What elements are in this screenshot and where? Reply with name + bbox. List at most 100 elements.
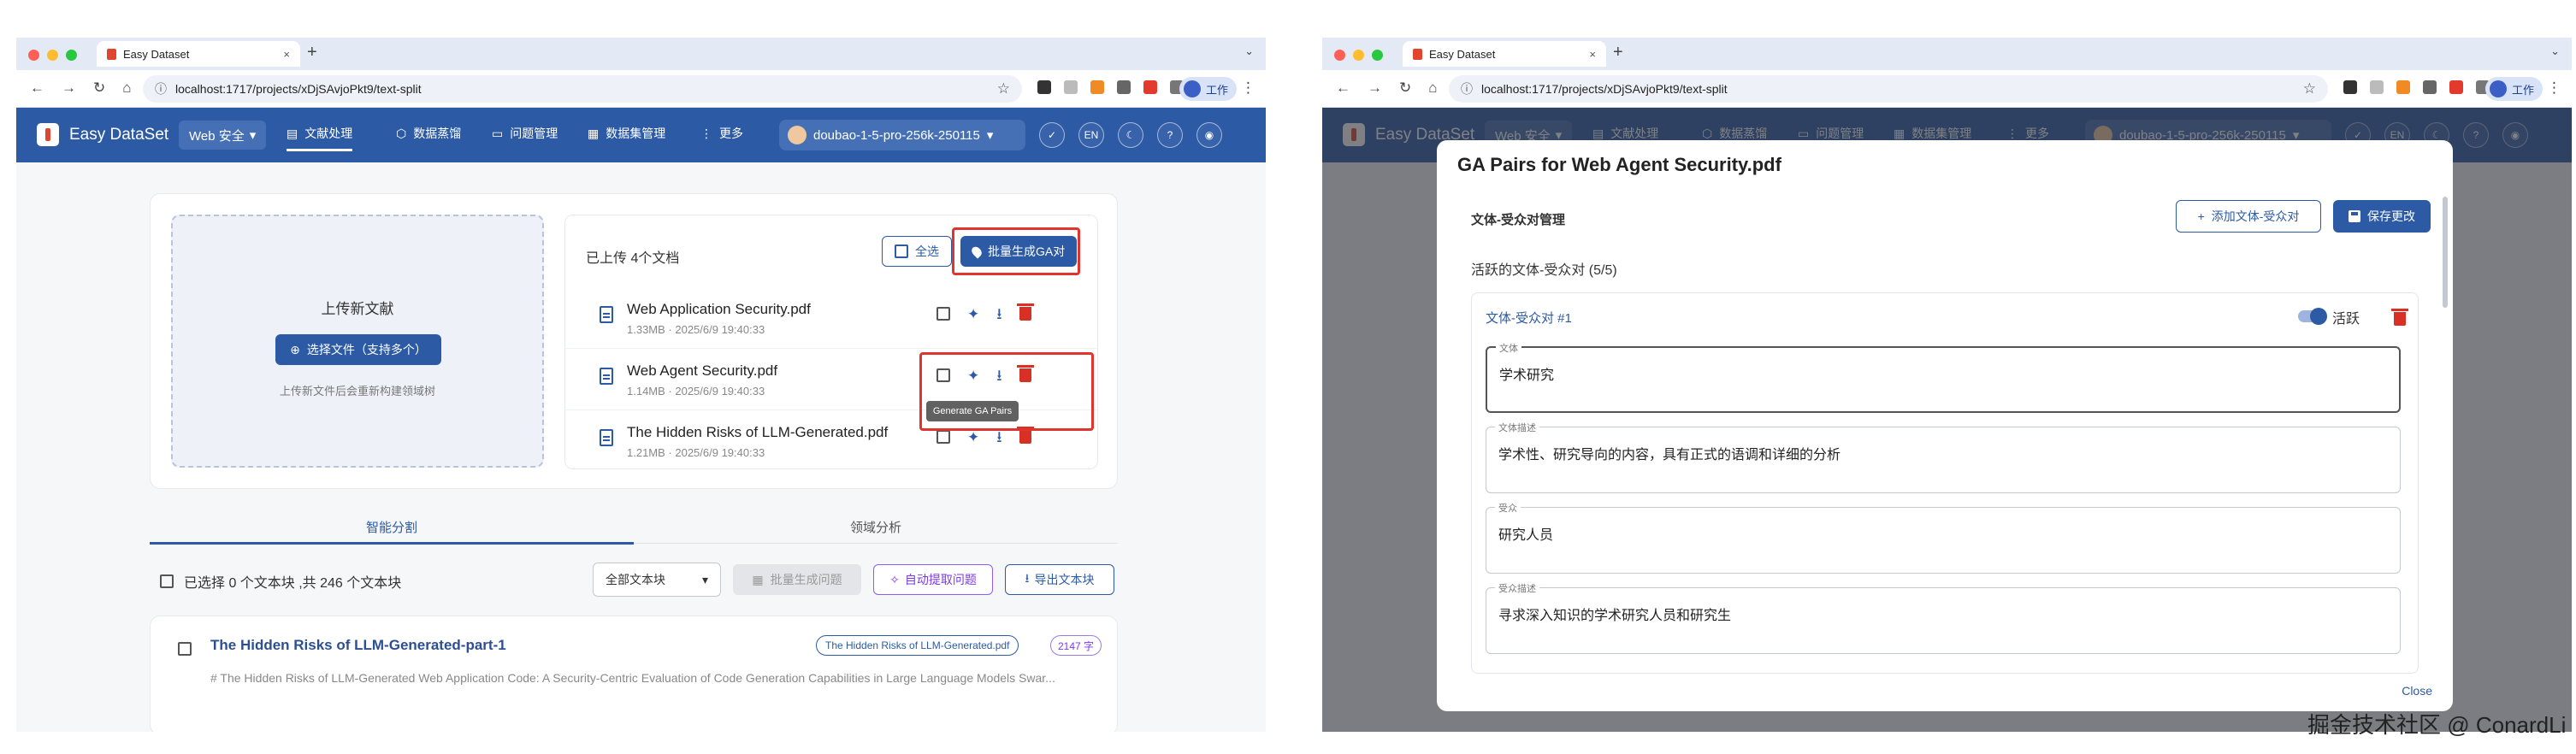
file-checkbox[interactable] — [936, 307, 950, 321]
bookmark-star-icon[interactable]: ☆ — [997, 80, 1010, 97]
chunk-source-chip: The Hidden Risks of LLM-Generated.pdf — [816, 635, 1019, 656]
extension-icon[interactable] — [1117, 80, 1131, 94]
site-info-icon[interactable]: ⓘ — [155, 80, 167, 97]
nav-item-questions[interactable]: ▭ 问题管理 — [492, 125, 558, 142]
delete-pair-icon[interactable] — [2391, 309, 2408, 326]
project-select[interactable]: Web 安全 ▾ — [179, 121, 267, 150]
favicon-icon — [1413, 48, 1422, 60]
extension-icon[interactable] — [1143, 80, 1157, 94]
check-icon[interactable]: ✓ — [1039, 122, 1065, 148]
tab-close-icon[interactable]: × — [1589, 48, 1596, 61]
nav-item-documents[interactable]: ▤ 文献处理 — [287, 125, 353, 151]
add-pair-button[interactable]: + 添加文体-受众对 — [2176, 200, 2321, 233]
field-value: 研究人员 — [1498, 528, 1554, 543]
maximize-window-button[interactable] — [1372, 50, 1383, 61]
tab-search-icon[interactable]: ⌄ — [1244, 44, 1254, 58]
address-bar[interactable]: ⓘ localhost:1717/projects/xDjSAvjoPkt9/t… — [1449, 75, 2328, 103]
reload-icon[interactable]: ↻ — [93, 80, 105, 97]
profile-chip[interactable]: 工作 — [2484, 77, 2543, 101]
browser-chrome: Easy Dataset × + ⌄ ← → ↻ ⌂ ⓘ localhost:1… — [16, 38, 1266, 108]
browser-tab[interactable]: Easy Dataset × — [1403, 41, 1606, 67]
tab-domain-analysis[interactable]: 领域分析 — [634, 518, 1118, 536]
file-actions: ✦ ⭳ — [936, 303, 1034, 321]
window-controls — [28, 50, 77, 61]
profile-chip[interactable]: 工作 — [1179, 77, 1237, 101]
file-row[interactable]: Web Application Security.pdf 1.33MB · 20… — [565, 287, 1097, 349]
generate-ga-icon[interactable]: ✦ — [967, 307, 979, 321]
batch-icon: ▦ — [752, 572, 764, 586]
chunk-preview: # The Hidden Risks of LLM-Generated Web … — [210, 671, 1055, 685]
generate-ga-icon[interactable]: ✦ — [967, 430, 979, 445]
new-tab-icon[interactable]: + — [307, 43, 317, 62]
upload-dropzone[interactable]: 上传新文献 ⊕ 选择文件（支持多个） 上传新文件后会重新构建领域树 — [171, 215, 544, 468]
select-all-chunks-checkbox[interactable] — [160, 574, 174, 588]
dialog-scrollbar[interactable] — [2443, 197, 2448, 308]
extension-icon[interactable] — [2423, 80, 2437, 94]
auto-extract-button[interactable]: ✧ 自动提取问题 — [873, 564, 993, 595]
close-window-button[interactable] — [1334, 50, 1345, 61]
language-button[interactable]: EN — [1078, 122, 1104, 148]
download-icon[interactable]: ⭳ — [996, 429, 1001, 445]
batch-generate-questions-button[interactable]: ▦ 批量生成问题 — [733, 564, 861, 595]
active-label: 活跃 — [2332, 312, 2360, 327]
nav-item-label: 文献处理 — [304, 127, 353, 140]
forward-icon[interactable]: → — [62, 80, 76, 97]
active-toggle[interactable] — [2298, 308, 2327, 325]
model-select[interactable]: doubao-1-5-pro-256k-250115 ▾ — [779, 120, 1025, 150]
minimize-window-button[interactable] — [1353, 50, 1364, 61]
extension-icon[interactable] — [2396, 80, 2410, 94]
bookmark-star-icon[interactable]: ☆ — [2303, 80, 2316, 97]
delete-icon[interactable] — [1016, 303, 1034, 321]
tab-close-icon[interactable]: × — [283, 48, 290, 61]
browser-menu-icon[interactable]: ⋮ — [2547, 80, 2561, 97]
extension-icon[interactable] — [1064, 80, 1078, 94]
forward-icon[interactable]: → — [1368, 80, 1382, 97]
tab-search-icon[interactable]: ⌄ — [2550, 44, 2560, 58]
home-icon[interactable]: ⌂ — [1428, 80, 1437, 97]
help-icon[interactable]: ? — [1157, 122, 1183, 148]
nav-item-datasets[interactable]: ▦ 数据集管理 — [588, 125, 665, 142]
choose-files-button[interactable]: ⊕ 选择文件（支持多个） — [275, 334, 441, 365]
download-icon[interactable]: ⭳ — [996, 306, 1001, 321]
select-all-button[interactable]: 全选 — [882, 236, 952, 267]
pdf-file-icon — [600, 368, 613, 385]
chunk-title[interactable]: The Hidden Risks of LLM-Generated-part-1 — [210, 637, 506, 654]
genre-description-field[interactable]: 文体描述 学术性、研究导向的内容，具有正式的语调和详细的分析 — [1486, 421, 2401, 493]
maximize-window-button[interactable] — [66, 50, 77, 61]
audience-field[interactable]: 受众 研究人员 — [1486, 501, 2401, 574]
file-checkbox[interactable] — [936, 430, 950, 444]
moon-icon[interactable]: ☾ — [1118, 122, 1143, 148]
audience-description-field[interactable]: 受众描述 寻求深入知识的学术研究人员和研究生 — [1486, 581, 2401, 654]
back-icon[interactable]: ← — [30, 80, 44, 97]
minimize-window-button[interactable] — [47, 50, 58, 61]
close-window-button[interactable] — [28, 50, 39, 61]
home-icon[interactable]: ⌂ — [122, 80, 131, 97]
save-changes-button[interactable]: 保存更改 — [2333, 200, 2431, 233]
genre-field[interactable]: 文体 学术研究 — [1486, 341, 2401, 413]
select-all-label: 全选 — [915, 244, 939, 258]
chunk-card[interactable]: The Hidden Risks of LLM-Generated-part-1… — [150, 616, 1118, 732]
browser-tab[interactable]: Easy Dataset × — [97, 41, 300, 67]
extension-icon[interactable] — [1090, 80, 1104, 94]
extension-icon[interactable] — [2449, 80, 2463, 94]
extension-icon[interactable] — [2370, 80, 2384, 94]
site-info-icon[interactable]: ⓘ — [1461, 80, 1473, 97]
new-tab-icon[interactable]: + — [1613, 43, 1623, 62]
back-icon[interactable]: ← — [1336, 80, 1350, 97]
address-bar[interactable]: ⓘ localhost:1717/projects/xDjSAvjoPkt9/t… — [143, 75, 1022, 103]
export-chunks-button[interactable]: ⭳ 导出文本块 — [1005, 564, 1114, 595]
tab-smart-split[interactable]: 智能分割 — [150, 518, 634, 536]
nav-item-distill[interactable]: ⬡ 数据蒸馏 — [396, 125, 461, 142]
extension-icon[interactable] — [1037, 80, 1051, 94]
close-dialog-button[interactable]: Close — [2402, 684, 2432, 698]
delete-icon[interactable] — [1016, 427, 1034, 444]
chunk-checkbox[interactable] — [178, 642, 192, 656]
browser-menu-icon[interactable]: ⋮ — [1241, 80, 1256, 97]
github-icon[interactable]: ◉ — [1196, 122, 1222, 148]
chunk-filter-select[interactable]: 全部文本块 ▾ — [593, 563, 721, 597]
extension-icon[interactable] — [2343, 80, 2357, 94]
upload-title: 上传新文献 — [321, 301, 394, 317]
reload-icon[interactable]: ↻ — [1399, 80, 1411, 97]
main-content: 上传新文献 ⊕ 选择文件（支持多个） 上传新文件后会重新构建领域树 已上传 4个… — [16, 162, 1266, 732]
nav-item-more[interactable]: ⋮ 更多 — [700, 125, 743, 142]
